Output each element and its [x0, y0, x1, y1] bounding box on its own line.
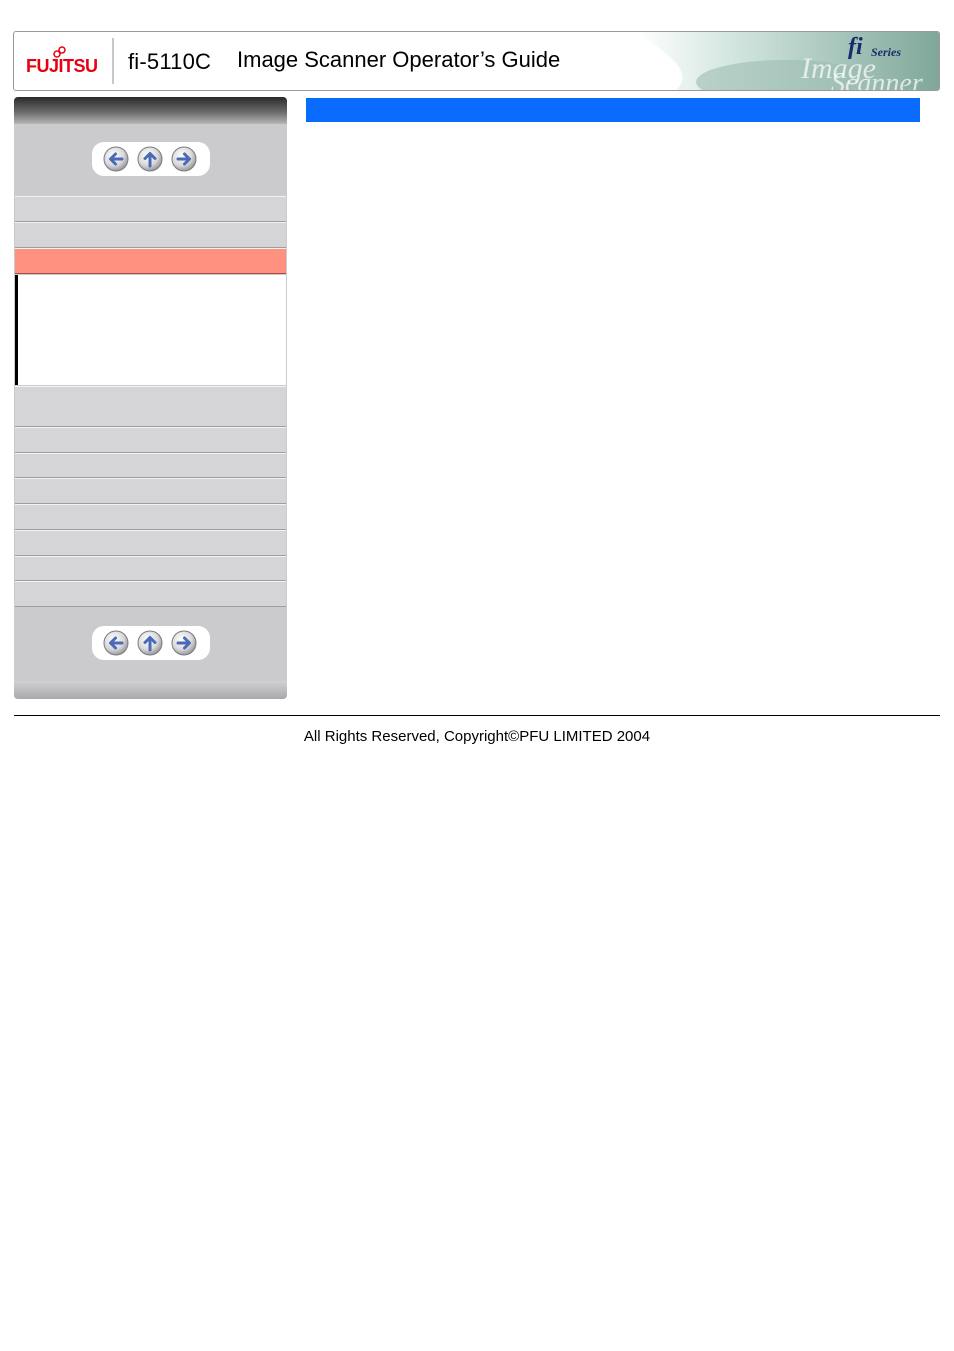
sidebar-item[interactable] [15, 478, 286, 504]
sidebar-item[interactable] [15, 222, 286, 248]
svg-text:Scanner: Scanner [831, 68, 923, 90]
top-nav-pill [92, 142, 210, 176]
sidebar [14, 97, 287, 699]
sidebar-subsection [15, 275, 286, 385]
bottom-nav-pill [92, 626, 210, 660]
arrow-left-icon[interactable] [103, 630, 129, 656]
arrow-up-icon[interactable] [137, 630, 163, 656]
arrow-left-icon[interactable] [103, 146, 129, 172]
sidebar-bottom-bar [14, 681, 287, 699]
svg-text:FUJITSU: FUJITSU [26, 56, 98, 76]
arrow-right-icon[interactable] [171, 630, 197, 656]
arrow-right-icon[interactable] [171, 146, 197, 172]
section-title [306, 102, 314, 118]
sidebar-item[interactable] [15, 453, 286, 478]
section-title-bar [306, 98, 920, 122]
header-banner: FUJITSU fi-5110C Image Scanner Operator’… [13, 31, 940, 91]
arrow-up-icon[interactable] [137, 146, 163, 172]
series-banner-art: Image Scanner fi Series [636, 32, 939, 90]
header-divider [112, 38, 114, 84]
sidebar-item[interactable] [15, 530, 286, 556]
model-name: fi-5110C [128, 49, 212, 74]
fujitsu-logo: FUJITSU [26, 46, 98, 76]
sidebar-item-active[interactable] [15, 248, 286, 274]
copyright-text: All Rights Reserved, Copyright©PFU LIMIT… [303, 728, 651, 745]
sidebar-top-bar [14, 97, 287, 124]
sidebar-item[interactable] [15, 504, 286, 530]
footer-divider [14, 715, 940, 716]
sidebar-item[interactable] [15, 556, 286, 581]
sidebar-item[interactable] [15, 427, 286, 453]
series-label: Series [871, 45, 901, 59]
sidebar-item[interactable] [15, 581, 286, 607]
sidebar-item[interactable] [15, 196, 286, 222]
guide-title: Image Scanner Operator’s Guide [237, 47, 561, 72]
sidebar-item[interactable] [15, 386, 286, 427]
svg-text:fi: fi [848, 34, 863, 60]
